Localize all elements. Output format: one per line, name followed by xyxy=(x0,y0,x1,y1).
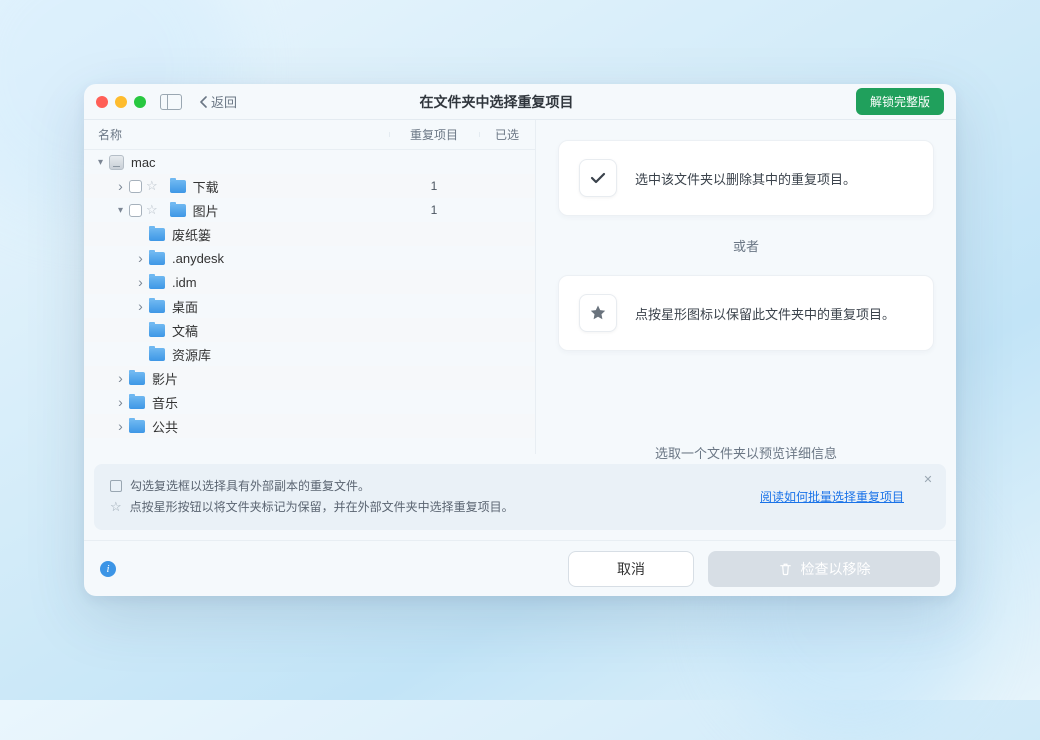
tree-row[interactable]: › 音乐 xyxy=(84,390,535,414)
row-name: 桌面 xyxy=(172,297,198,316)
preview-hint: 选取一个文件夹以预览详细信息 xyxy=(558,443,934,462)
window-title: 在文件夹中选择重复项目 xyxy=(147,92,846,112)
folder-icon xyxy=(149,348,165,361)
star-outline-icon: ☆ xyxy=(110,496,122,518)
fullscreen-window-icon[interactable] xyxy=(134,96,146,108)
folder-icon xyxy=(149,228,165,241)
close-tip-icon[interactable]: ✕ xyxy=(920,472,936,488)
remove-label: 检查以移除 xyxy=(801,559,871,579)
tree-row[interactable]: › 桌面 xyxy=(84,294,535,318)
folder-icon xyxy=(129,372,145,385)
chevron-right-icon[interactable]: › xyxy=(116,418,125,434)
tip-link[interactable]: 阅读如何批量选择重复项目 xyxy=(760,488,904,505)
or-label: 或者 xyxy=(558,236,934,255)
remove-button: 检查以移除 xyxy=(708,551,940,587)
hint-card-star: 点按星形图标以保留此文件夹中的重复项目。 xyxy=(558,275,934,351)
app-window: 返回 在文件夹中选择重复项目 解锁完整版 名称 重复项目 已选 ▾ mac › ☆ 下载… xyxy=(84,84,956,596)
sidebar-toggle-icon[interactable] xyxy=(160,94,182,110)
col-duplicates[interactable]: 重复项目 xyxy=(389,126,479,143)
folder-icon xyxy=(149,252,165,265)
row-name: 音乐 xyxy=(152,393,178,412)
tree-row[interactable]: › ☆ 下载 1 xyxy=(84,174,535,198)
traffic-lights xyxy=(96,96,146,108)
hint-star-text: 点按星形图标以保留此文件夹中的重复项目。 xyxy=(635,304,895,323)
row-name: .idm xyxy=(172,275,197,290)
tree-row[interactable]: ▾ ☆ 图片 1 xyxy=(84,198,535,222)
row-name: 资源库 xyxy=(172,345,211,364)
row-name: .anydesk xyxy=(172,251,224,266)
footer: i 取消 检查以移除 xyxy=(84,540,956,596)
col-selected[interactable]: 已选 xyxy=(479,126,535,143)
tree-row[interactable]: › 影片 xyxy=(84,366,535,390)
row-name: 图片 xyxy=(193,201,219,220)
row-name: 文稿 xyxy=(172,321,198,340)
tip-lines: 勾选复选框以选择具有外部副本的重复文件。 ☆ 点按星形按钮以将文件夹标记为保留，并… xyxy=(110,476,746,518)
cancel-button[interactable]: 取消 xyxy=(568,551,694,587)
hint-check-text: 选中该文件夹以删除其中的重复项目。 xyxy=(635,169,856,188)
tip-line-1: 勾选复选框以选择具有外部副本的重复文件。 xyxy=(130,476,370,496)
row-name: 下载 xyxy=(193,177,219,196)
check-icon xyxy=(579,159,617,197)
tree-row[interactable]: ▾ mac xyxy=(84,150,535,174)
folder-icon xyxy=(129,396,145,409)
trash-icon xyxy=(778,561,793,576)
folder-icon xyxy=(149,300,165,313)
col-name[interactable]: 名称 xyxy=(98,126,389,143)
hint-card-check: 选中该文件夹以删除其中的重复项目。 xyxy=(558,140,934,216)
tree-row[interactable]: › .anydesk xyxy=(84,246,535,270)
folder-icon xyxy=(170,204,186,217)
tree-row[interactable]: › 公共 xyxy=(84,414,535,438)
checkbox-icon xyxy=(110,480,122,492)
folder-icon xyxy=(129,420,145,433)
left-pane: 名称 重复项目 已选 ▾ mac › ☆ 下载 1 ▾ ☆ 图片 1 ·废纸篓 › .anydesk ›.… xyxy=(84,120,536,454)
titlebar: 返回 在文件夹中选择重复项目 解锁完整版 xyxy=(84,84,956,120)
chevron-down-icon[interactable]: ▾ xyxy=(96,157,105,168)
chevron-right-icon[interactable]: › xyxy=(116,178,125,194)
minimize-window-icon[interactable] xyxy=(115,96,127,108)
column-header: 名称 重复项目 已选 xyxy=(84,120,535,150)
folder-tree[interactable]: ▾ mac › ☆ 下载 1 ▾ ☆ 图片 1 ·废纸篓 › .anydesk › .idm › 桌面 ·文稿·资… xyxy=(84,150,535,454)
tree-row[interactable]: ·文稿 xyxy=(84,318,535,342)
chevron-right-icon[interactable]: › xyxy=(116,370,125,386)
row-name: 影片 xyxy=(152,369,178,388)
unlock-button[interactable]: 解锁完整版 xyxy=(856,88,944,115)
row-name: 废纸篓 xyxy=(172,225,211,244)
row-dup-count: 1 xyxy=(389,179,479,193)
chevron-right-icon[interactable]: › xyxy=(136,298,145,314)
star-icon xyxy=(579,294,617,332)
content: 名称 重复项目 已选 ▾ mac › ☆ 下载 1 ▾ ☆ 图片 1 ·废纸篓 › .anydesk ›.… xyxy=(84,120,956,454)
tree-row[interactable]: ·废纸篓 xyxy=(84,222,535,246)
chevron-right-icon[interactable]: › xyxy=(116,394,125,410)
tip-bar: 勾选复选框以选择具有外部副本的重复文件。 ☆ 点按星形按钮以将文件夹标记为保留，并… xyxy=(94,464,946,530)
close-window-icon[interactable] xyxy=(96,96,108,108)
tree-row[interactable]: › .idm xyxy=(84,270,535,294)
row-checkbox[interactable] xyxy=(129,204,142,217)
chevron-right-icon[interactable]: › xyxy=(136,274,145,290)
row-star-icon[interactable]: ☆ xyxy=(146,178,158,194)
folder-icon xyxy=(149,276,165,289)
disk-icon xyxy=(109,155,124,170)
tree-row[interactable]: ·资源库 xyxy=(84,342,535,366)
tip-line-2: 点按星形按钮以将文件夹标记为保留，并在外部文件夹中选择重复项目。 xyxy=(130,497,514,517)
chevron-right-icon[interactable]: › xyxy=(136,250,145,266)
row-name: 公共 xyxy=(152,417,178,436)
right-pane: 选中该文件夹以删除其中的重复项目。 或者 点按星形图标以保留此文件夹中的重复项目… xyxy=(536,120,956,454)
row-dup-count: 1 xyxy=(389,203,479,217)
info-icon[interactable]: i xyxy=(100,561,116,577)
folder-icon xyxy=(170,180,186,193)
row-star-icon[interactable]: ☆ xyxy=(146,202,158,218)
row-name: mac xyxy=(131,155,156,170)
folder-icon xyxy=(149,324,165,337)
row-checkbox[interactable] xyxy=(129,180,142,193)
chevron-down-icon[interactable]: ▾ xyxy=(116,205,125,216)
